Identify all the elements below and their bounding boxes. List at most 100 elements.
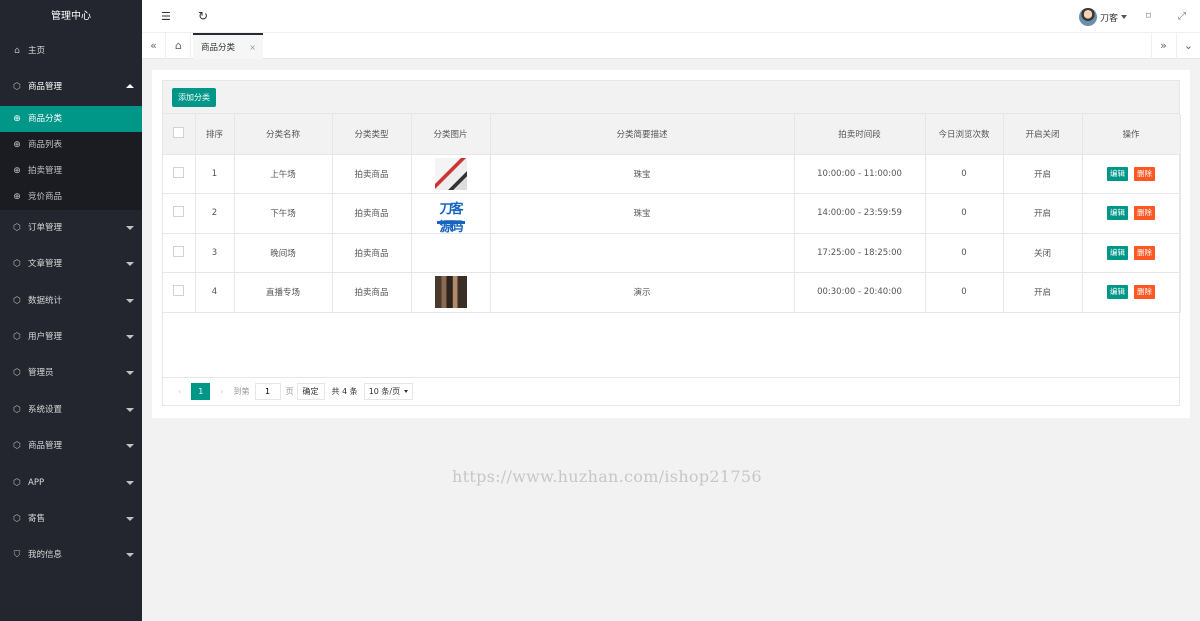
chevron-down-icon <box>126 480 134 485</box>
sidebar-item-my-info[interactable]: ⛉ 我的信息 <box>0 537 142 573</box>
sidebar-subitem-bidding[interactable]: ⊕ 竞价商品 <box>0 184 142 210</box>
sidebar-item-users[interactable]: ⬡ 用户管理 <box>0 319 142 355</box>
edit-button[interactable]: 编辑 <box>1107 245 1128 260</box>
table-panel: 添加分类 排序 分类名称 分类类型 分类图片 分类简要描述 拍卖时间段 今日浏览… <box>162 80 1181 406</box>
plus-circle-icon: ⊕ <box>13 113 21 124</box>
delete-button[interactable]: 删除 <box>1134 285 1155 300</box>
page-size-select[interactable]: 10 条/页 <box>363 383 414 400</box>
cube-icon: ⬡ <box>13 82 21 93</box>
menu-collapse-icon[interactable]: ☰ <box>161 0 171 33</box>
goto-confirm-button[interactable]: 确定 <box>296 383 325 400</box>
category-image[interactable] <box>434 276 467 309</box>
table-row: 2 下午场 拍卖商品 刀客源码 珠宝 14:00:00 - 23:59:59 0… <box>163 193 1181 234</box>
row-checkbox[interactable] <box>173 245 185 257</box>
row-checkbox[interactable] <box>173 206 185 218</box>
table-header-row: 排序 分类名称 分类类型 分类图片 分类简要描述 拍卖时间段 今日浏览次数 开启… <box>163 114 1181 155</box>
column-header: 分类类型 <box>332 114 412 155</box>
prev-page-icon[interactable]: ‹ <box>173 383 186 400</box>
close-icon[interactable]: × <box>249 35 256 61</box>
delete-button[interactable]: 删除 <box>1134 206 1155 221</box>
sidebar-item-label: 商品管理 <box>28 82 63 93</box>
fullscreen-icon[interactable]: ⤢ <box>1178 0 1186 33</box>
cube-icon: ⬡ <box>13 368 21 379</box>
page-number-current[interactable]: 1 <box>191 383 211 400</box>
delete-button[interactable]: 删除 <box>1134 245 1155 260</box>
next-page-icon[interactable]: › <box>215 383 228 400</box>
category-table: 排序 分类名称 分类类型 分类图片 分类简要描述 拍卖时间段 今日浏览次数 开启… <box>163 114 1181 313</box>
actions-cell: 编辑 删除 <box>1082 272 1181 313</box>
sidebar-item-stats[interactable]: ⬡ 数据统计 <box>0 283 142 319</box>
sidebar-item-product-mgmt[interactable]: ⬡ 商品管理 <box>0 69 142 105</box>
sidebar-item-orders[interactable]: ⬡ 订单管理 <box>0 210 142 246</box>
views-cell: 0 <box>925 233 1004 273</box>
delete-button[interactable]: 删除 <box>1134 166 1155 181</box>
sidebar-item-label: 寄售 <box>28 513 46 524</box>
sidebar-item-home[interactable]: ⌂ 主页 <box>0 33 142 69</box>
page-size-value: 10 条/页 <box>368 387 401 396</box>
app-logo: 管理中心 <box>0 0 142 33</box>
plus-circle-icon: ⊕ <box>13 139 21 150</box>
status-cell: 开启 <box>1003 193 1083 234</box>
sidebar-item-admins[interactable]: ⬡ 管理员 <box>0 355 142 391</box>
sidebar-item-label: 商品列表 <box>28 139 63 150</box>
row-checkbox[interactable] <box>173 285 185 297</box>
row-checkbox[interactable] <box>173 166 185 178</box>
sidebar-item-consignment[interactable]: ⬡ 寄售 <box>0 501 142 537</box>
user-menu[interactable]: 刀客 <box>1078 7 1127 27</box>
edit-button[interactable]: 编辑 <box>1107 166 1128 181</box>
time-cell: 10:00:00 - 11:00:00 <box>794 154 926 194</box>
sidebar-item-product-mgmt-2[interactable]: ⬡ 商品管理 <box>0 428 142 464</box>
tab-bar: « ⌂ 商品分类 × » ⌄ <box>142 33 1200 59</box>
sidebar-item-label: 数据统计 <box>28 295 63 306</box>
cube-icon: ⬡ <box>13 259 21 270</box>
sidebar-subitem-product-list[interactable]: ⊕ 商品列表 <box>0 132 142 158</box>
caret-down-icon <box>404 390 409 393</box>
plus-circle-icon: ⊕ <box>13 165 21 176</box>
views-cell: 0 <box>925 193 1004 234</box>
tab-label: 商品分类 <box>201 43 236 53</box>
tabs-scroll-right-icon[interactable]: » <box>1151 33 1175 59</box>
sidebar-item-label: 用户管理 <box>28 331 63 342</box>
sidebar-subitem-category[interactable]: ⊕ 商品分类 <box>0 105 142 132</box>
edit-button[interactable]: 编辑 <box>1107 206 1128 221</box>
cube-icon: ⬡ <box>13 513 21 524</box>
sidebar-item-articles[interactable]: ⬡ 文章管理 <box>0 246 142 282</box>
type-cell: 拍卖商品 <box>332 272 412 313</box>
table-row: 4 直播专场 拍卖商品 演示 00:30:00 - 20:40:00 0 开启 … <box>163 272 1181 313</box>
sidebar-item-settings[interactable]: ⬡ 系统设置 <box>0 392 142 428</box>
edit-button[interactable]: 编辑 <box>1107 285 1128 300</box>
chevron-down-icon <box>126 553 134 558</box>
chevron-down-icon <box>126 516 134 521</box>
table-row: 1 上午场 拍卖商品 珠宝 10:00:00 - 11:00:00 0 开启 编… <box>163 154 1181 194</box>
desc-cell <box>490 233 795 273</box>
name-cell: 上午场 <box>234 154 333 194</box>
sidebar-subitem-auction[interactable]: ⊕ 拍卖管理 <box>0 158 142 184</box>
tab-category[interactable]: 商品分类 × <box>193 33 263 59</box>
goto-label: 到第 <box>233 387 250 396</box>
status-cell: 开启 <box>1003 154 1083 194</box>
sidebar-item-label: 商品管理 <box>28 441 63 452</box>
image-logo-text: 刀客源码 <box>439 202 463 233</box>
actions-cell: 编辑 删除 <box>1082 154 1181 194</box>
sidebar-item-app[interactable]: ⬡ APP <box>0 465 142 501</box>
time-cell: 00:30:00 - 20:40:00 <box>794 272 926 313</box>
column-header: 分类名称 <box>234 114 333 155</box>
goto-page-input[interactable] <box>254 383 281 400</box>
chevron-down-icon <box>126 334 134 339</box>
add-category-button[interactable]: 添加分类 <box>172 88 216 107</box>
home-tab-icon[interactable]: ⌂ <box>167 33 191 59</box>
column-header: 操作 <box>1082 114 1181 155</box>
sidebar-item-label: 拍卖管理 <box>28 165 63 176</box>
column-header: 开启关闭 <box>1003 114 1083 155</box>
select-all-checkbox[interactable] <box>173 126 185 138</box>
tabs-scroll-left-icon[interactable]: « <box>142 33 166 59</box>
chevron-down-icon <box>126 298 134 303</box>
chevron-down-icon[interactable]: ⌄ <box>1176 33 1200 59</box>
category-image[interactable]: 刀客源码 <box>434 197 467 233</box>
time-cell: 14:00:00 - 23:59:59 <box>794 193 926 234</box>
name-cell: 晚间场 <box>234 233 333 273</box>
category-image[interactable] <box>434 157 467 190</box>
table-toolbar: 添加分类 <box>163 81 1179 114</box>
tag-icon[interactable]: ⌑ <box>1146 0 1151 33</box>
refresh-icon[interactable]: ↻ <box>198 0 208 33</box>
